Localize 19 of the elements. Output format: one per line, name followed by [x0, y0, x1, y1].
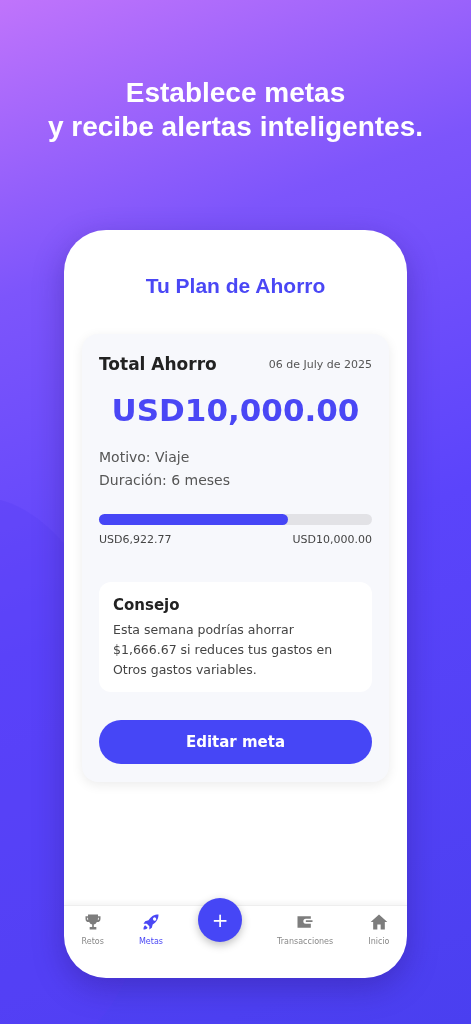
tip-title: Consejo [113, 596, 181, 614]
headline: Establece metas y recibe alertas inteligentes. [47, 76, 424, 144]
nav-tab[interactable]: Inicio [368, 912, 390, 946]
goal-amount: USD10,000.00 [110, 392, 361, 428]
tip-text: Esta semana podrías ahorrar $1,666.67 si reduces tus gastos en Otros gastos variables. [113, 621, 334, 679]
nav-tab[interactable]: Retos [81, 912, 104, 946]
date-label: 06 de July de 2025 [268, 357, 372, 371]
detail-text: Duración: 6 meses [99, 471, 231, 490]
nav-tab[interactable]: Transacciones [277, 912, 334, 946]
edit-goal-button[interactable]: Editar meta [99, 720, 372, 764]
nav-tab[interactable]: Metas [138, 912, 163, 946]
screen-title: Tu Plan de Ahorro [145, 274, 326, 298]
home-icon [368, 912, 389, 932]
rocket-icon [140, 912, 161, 932]
current-amount: USD6,922.77 [99, 533, 172, 546]
card-title: Total Ahorro [99, 354, 217, 374]
detail-text: Motivo: Viaje [99, 448, 191, 467]
add-button[interactable]: + [198, 898, 242, 942]
target-amount: USD10,000.00 [292, 533, 372, 546]
